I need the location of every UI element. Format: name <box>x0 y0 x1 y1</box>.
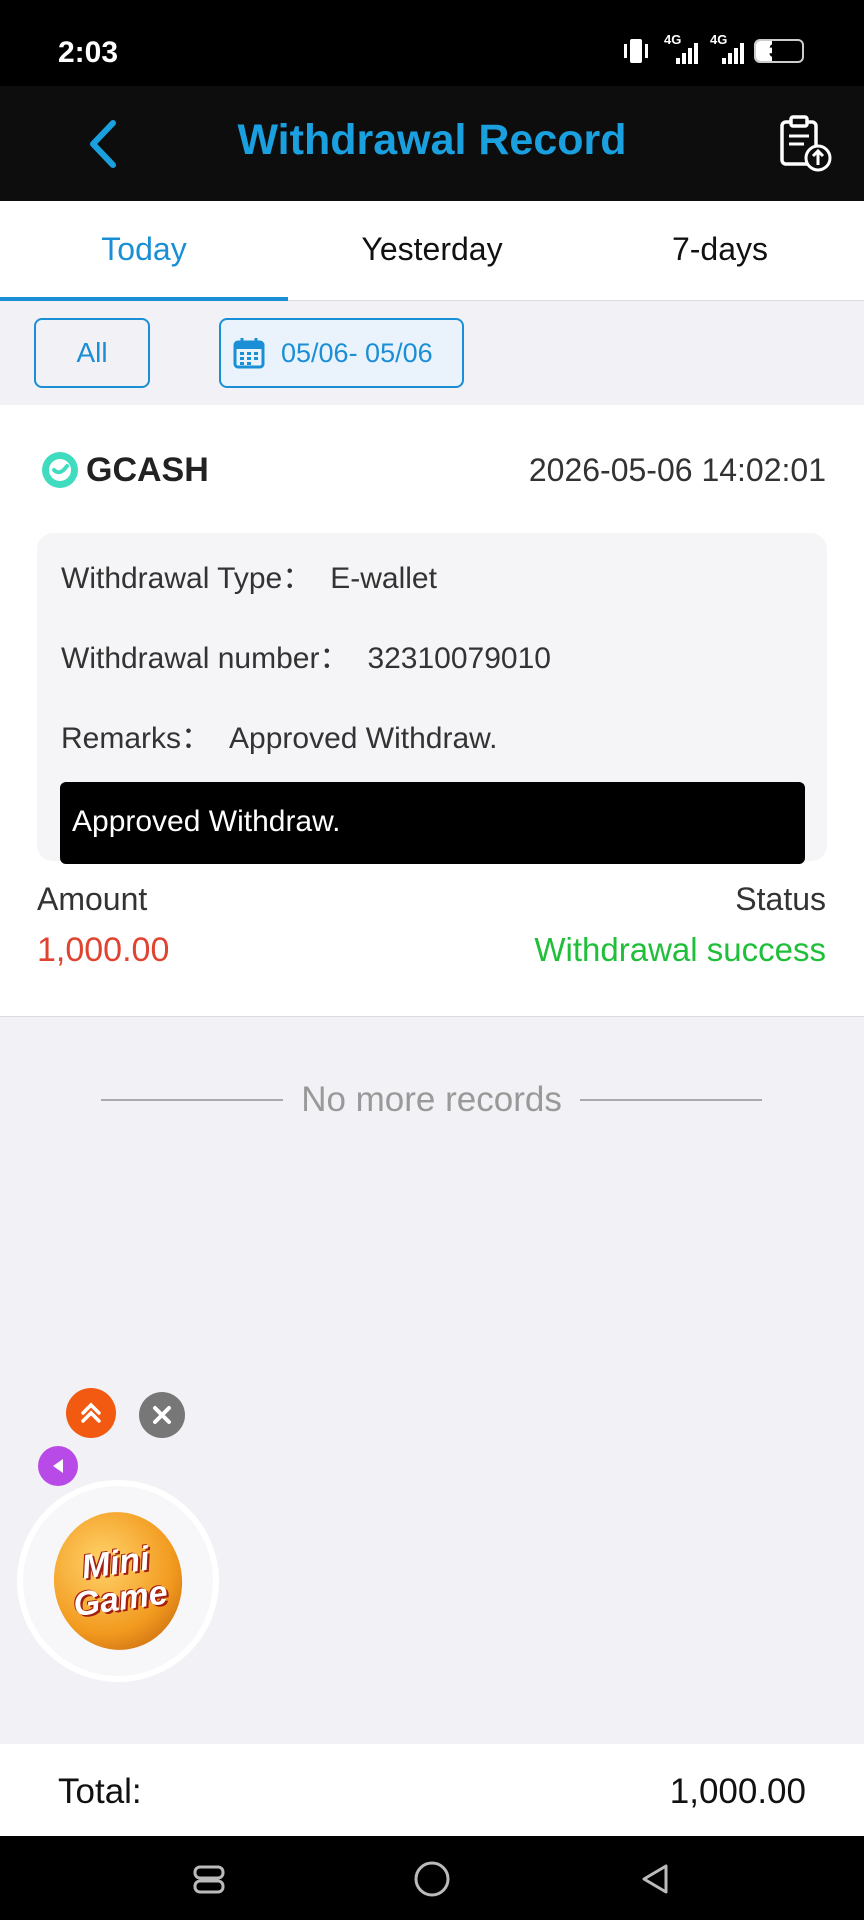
divider <box>579 1099 763 1101</box>
export-button[interactable] <box>774 114 834 174</box>
expand-button[interactable] <box>66 1388 116 1438</box>
payment-method-name: GCASH <box>86 450 209 489</box>
filter-all-button[interactable]: All <box>34 318 150 388</box>
status-time: 2:03 <box>58 36 119 69</box>
total-label: Total: <box>58 1772 142 1811</box>
total-bar: Total: 1,000.00 <box>0 1744 864 1836</box>
triangle-left-icon <box>53 1459 63 1473</box>
tab-yesterday[interactable]: Yesterday <box>288 201 576 300</box>
withdrawal-number-row: Withdrawal number： 32310079010 <box>61 633 551 677</box>
close-widget-button[interactable] <box>139 1392 185 1438</box>
withdrawal-type-row: Withdrawal Type： E-wallet <box>61 553 437 597</box>
date-tabs: Today Yesterday 7-days <box>0 201 864 301</box>
app-header: Withdrawal Record <box>0 86 864 201</box>
remarks-tooltip: Approved Withdraw. <box>60 782 805 864</box>
close-icon <box>153 1406 171 1424</box>
withdrawal-number-label: Withdrawal number： <box>61 642 350 675</box>
divider <box>101 1099 284 1101</box>
battery-icon: 34 <box>754 39 804 63</box>
date-range-label: 05/06- 05/06 <box>281 337 433 368</box>
mini-game-widget[interactable]: Mini Game <box>17 1480 219 1682</box>
remarks-row[interactable]: Remarks： Approved Withdraw. <box>61 713 497 757</box>
status-bar: 2:03 4G 4G 34 <box>0 0 864 86</box>
gcash-logo-icon <box>42 452 78 488</box>
withdrawal-type-label: Withdrawal Type： <box>61 562 313 595</box>
collapse-widget-button[interactable] <box>38 1446 78 1486</box>
signal-icon: 4G <box>662 32 698 66</box>
withdrawal-type-value: E-wallet <box>330 562 437 595</box>
tab-today[interactable]: Today <box>0 201 288 301</box>
battery-level: 34 <box>768 40 790 61</box>
filter-row: All 05/06- 05/06 <box>0 301 864 405</box>
recent-apps-icon <box>193 1865 225 1894</box>
amount-value: 1,000.00 <box>37 931 170 969</box>
status-icons: 4G 4G 34 <box>620 32 804 66</box>
clipboard-upload-icon <box>780 115 832 172</box>
list-end-indicator: No more records <box>101 1080 763 1120</box>
tab-7-days[interactable]: 7-days <box>576 201 864 300</box>
page-title: Withdrawal Record <box>237 116 627 164</box>
home-button[interactable] <box>407 1854 457 1904</box>
mini-game-logo: Mini Game <box>45 1503 191 1659</box>
total-value: 1,000.00 <box>669 1772 806 1811</box>
triangle-back-icon <box>642 1864 668 1894</box>
double-chevron-up-icon <box>81 1402 101 1423</box>
system-nav-bar <box>0 1836 864 1920</box>
record-datetime: 2026-05-06 14:02:01 <box>528 452 826 488</box>
withdrawal-number-value: 32310079010 <box>367 642 551 675</box>
date-range-button[interactable]: 05/06- 05/06 <box>219 318 464 388</box>
vibrate-icon <box>624 39 648 63</box>
no-more-records-text: No more records <box>301 1080 562 1119</box>
withdrawal-record-card: GCASH 2026-05-06 14:02:01 Withdrawal Typ… <box>0 405 864 1017</box>
signal-icon: 4G <box>708 32 744 66</box>
home-circle-icon <box>414 1861 450 1897</box>
calendar-icon <box>233 338 265 369</box>
remarks-value: Approved Withdraw. <box>229 722 498 755</box>
amount-label: Amount <box>37 881 148 917</box>
recent-apps-button[interactable] <box>184 1854 234 1904</box>
status-value: Withdrawal success <box>534 931 826 968</box>
remarks-label: Remarks： <box>61 722 212 755</box>
status-label: Status <box>735 881 826 917</box>
record-details: Withdrawal Type： E-wallet Withdrawal numb… <box>37 533 827 864</box>
payment-method: GCASH <box>40 450 209 490</box>
back-nav-button[interactable] <box>630 1854 680 1904</box>
